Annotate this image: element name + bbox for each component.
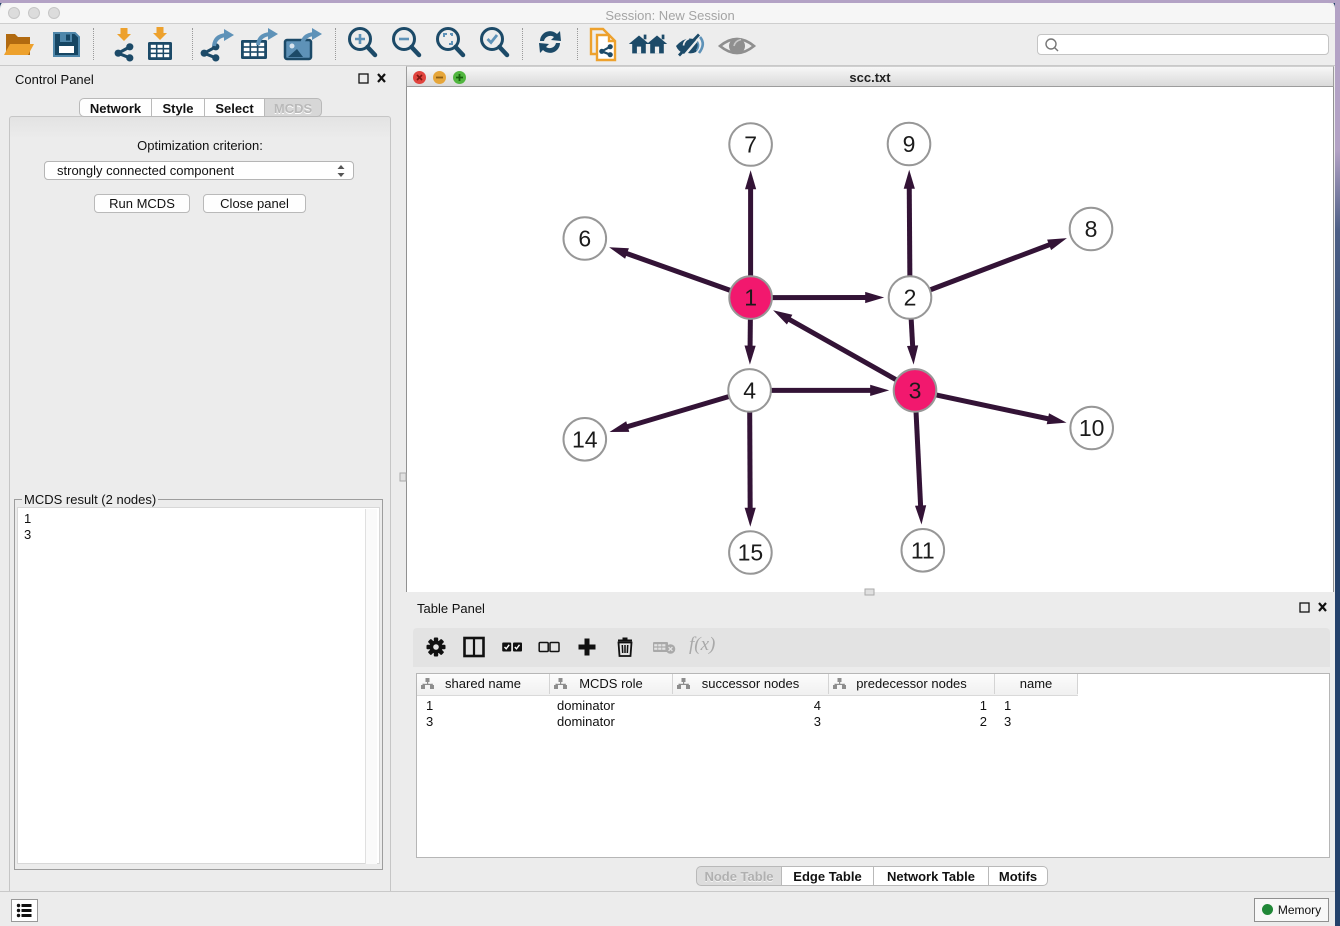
svg-text:14: 14 [572,426,598,452]
svg-text:11: 11 [911,537,935,563]
svg-text:3: 3 [909,377,922,403]
svg-text:7: 7 [744,132,757,158]
svg-text:9: 9 [903,131,916,157]
svg-text:1: 1 [744,285,757,311]
svg-text:6: 6 [578,226,591,252]
svg-text:2: 2 [904,285,917,311]
svg-text:8: 8 [1085,216,1098,242]
svg-text:4: 4 [743,377,756,403]
svg-text:15: 15 [738,540,764,566]
svg-text:10: 10 [1079,415,1105,441]
